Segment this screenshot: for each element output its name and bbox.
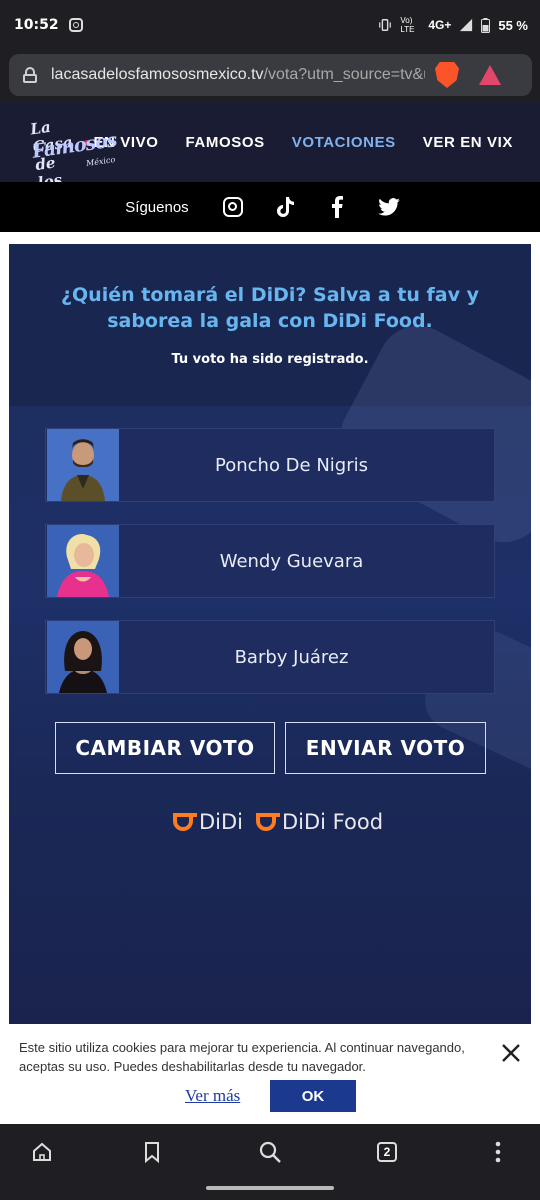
nav-item-votaciones[interactable]: VOTACIONES — [292, 134, 396, 151]
vibrate-icon — [379, 19, 392, 31]
facebook-icon[interactable] — [326, 196, 348, 218]
browser-toolbar: lacasadelosfamososmexico.tv/vota?utm_sou… — [0, 50, 540, 102]
social-label: Síguenos — [125, 198, 189, 216]
tabs-button[interactable]: 2 — [373, 1138, 401, 1166]
lock-icon[interactable] — [23, 67, 37, 83]
instagram-icon[interactable] — [222, 196, 244, 218]
nav-item-ver-en-vix[interactable]: VER EN VIX — [423, 134, 513, 151]
didi-icon — [173, 813, 197, 831]
candidate-card[interactable]: Barby Juárez — [45, 620, 495, 694]
cookie-ok-button[interactable]: OK — [270, 1080, 356, 1112]
gesture-bar-area — [0, 1180, 540, 1200]
candidate-name: Poncho De Nigris — [215, 454, 368, 476]
brave-shields-icon[interactable] — [435, 62, 459, 88]
logo-line3: México — [85, 155, 116, 168]
cookie-banner: Este sitio utiliza cookies para mejorar … — [0, 1024, 540, 1124]
candidate-photo — [47, 621, 119, 693]
candidate-photo — [47, 525, 119, 597]
battery-icon — [481, 17, 491, 33]
nav-item-famosos[interactable]: FAMOSOS — [186, 134, 265, 151]
close-icon[interactable] — [500, 1042, 522, 1064]
candidate-card[interactable]: Poncho De Nigris — [45, 428, 495, 502]
didi-food-logo[interactable]: DiDi Food — [256, 810, 383, 834]
candidate-name: Barby Juárez — [234, 646, 349, 668]
main-nav: EN VIVO FAMOSOS VOTACIONES VER EN VIX — [84, 134, 540, 151]
address-bar[interactable]: lacasadelosfamososmexico.tv/vota?utm_sou… — [9, 54, 532, 96]
twitter-icon[interactable] — [377, 196, 400, 218]
url-text[interactable]: lacasadelosfamososmexico.tv/vota?utm_sou… — [51, 66, 425, 84]
candidate-card[interactable]: Wendy Guevara — [45, 524, 495, 598]
site-logo[interactable]: La Casa de los Famosos México — [29, 115, 118, 192]
candidate-name: Wendy Guevara — [219, 550, 364, 572]
search-icon[interactable] — [256, 1138, 284, 1166]
cookie-more-link[interactable]: Ver más — [185, 1086, 240, 1106]
site-header: La Casa de los Famosos México EN VIVO FA… — [0, 102, 540, 192]
didi-food-label: DiDi Food — [282, 810, 384, 834]
home-icon[interactable] — [28, 1138, 56, 1166]
page-content: ¿Quién tomará el DiDi? Salva a tu fav y … — [0, 232, 540, 1024]
send-vote-button[interactable]: ENVIAR VOTO — [285, 722, 486, 774]
didi-logo[interactable]: DiDi — [173, 810, 243, 834]
instagram-notification-icon — [68, 18, 83, 32]
vote-confirmation: Tu voto ha sido registrado. — [171, 352, 369, 367]
more-options-icon[interactable] — [484, 1138, 512, 1166]
volte-label: Vo) LTE — [400, 16, 415, 34]
vote-question: ¿Quién tomará el DiDi? Salva a tu fav y … — [61, 284, 479, 332]
gesture-handle[interactable] — [206, 1186, 334, 1190]
browser-bottom-nav: 2 — [0, 1124, 540, 1180]
candidate-photo — [47, 429, 119, 501]
status-bar: 10:52 Vo) LTE 4G+ 55 % — [0, 0, 540, 50]
url-host: lacasadelosfamososmexico.tv — [51, 66, 264, 83]
didi-food-icon — [256, 813, 280, 831]
vote-panel: ¿Quién tomará el DiDi? Salva a tu fav y … — [9, 244, 531, 1024]
cookie-text: Este sitio utiliza cookies para mejorar … — [19, 1040, 465, 1074]
status-icons: Vo) LTE 4G+ 55 % — [378, 16, 528, 34]
url-path: /vota?utm_source=tv&utm_me — [263, 66, 425, 83]
tab-count: 2 — [377, 1142, 397, 1162]
bookmark-icon[interactable] — [138, 1138, 166, 1166]
battery-level: 55 % — [498, 17, 528, 33]
signal-icon — [460, 18, 473, 32]
social-bar: Síguenos — [0, 182, 540, 232]
network-label: 4G+ — [428, 18, 452, 32]
status-time: 10:52 — [14, 17, 59, 33]
didi-label: DiDi — [199, 810, 244, 834]
brave-rewards-icon[interactable] — [479, 65, 501, 85]
tiktok-icon[interactable] — [274, 196, 296, 218]
change-vote-button[interactable]: CAMBIAR VOTO — [55, 722, 275, 774]
